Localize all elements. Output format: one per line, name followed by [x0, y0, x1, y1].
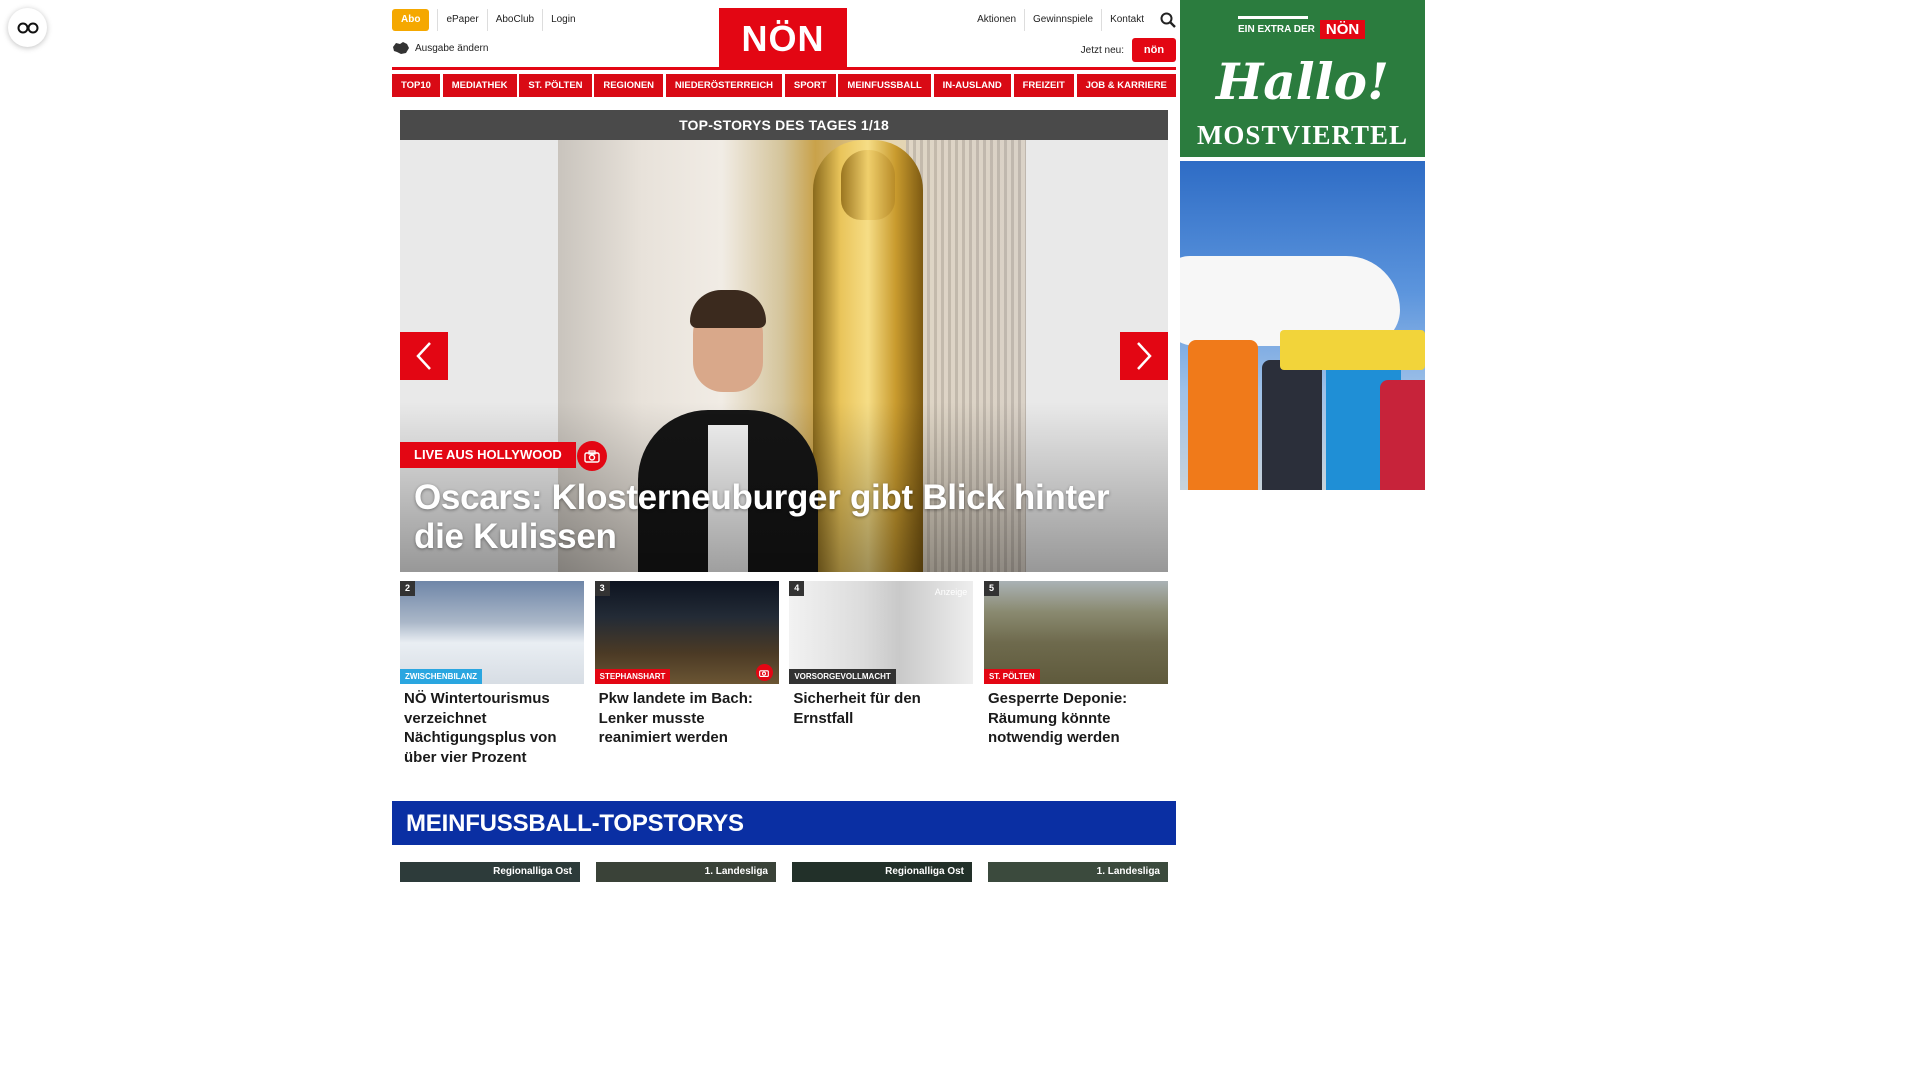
chevron-right-icon — [1137, 342, 1152, 370]
epaper-link[interactable]: ePaper — [437, 9, 486, 31]
gewinnspiele-link[interactable]: Gewinnspiele — [1025, 9, 1103, 31]
league-label: 1. Landesliga — [704, 866, 768, 877]
story-tag[interactable]: STEPHANSHART — [594, 669, 671, 684]
story-cards: 2 ZWISCHENBILANZ NÖ Wintertourismus verz… — [400, 581, 1168, 767]
nav-top10[interactable]: TOP10 — [392, 74, 440, 97]
aktionen-link[interactable]: Aktionen — [969, 9, 1026, 31]
story-tag[interactable]: ST. PÖLTEN — [983, 669, 1040, 684]
category-nav: TOP10 MEDIATHEK ST. PÖLTEN REGIONEN NIED… — [392, 74, 1176, 97]
football-story-card[interactable]: 1. Landesliga — [988, 862, 1168, 882]
story-title[interactable]: Sicherheit für den Ernstfall — [789, 689, 973, 728]
nav-st-poelten[interactable]: ST. PÖLTEN — [519, 74, 592, 97]
hero-category-tag[interactable]: LIVE AUS HOLLYWOOD — [400, 442, 576, 468]
nav-regionen[interactable]: REGIONEN — [594, 74, 664, 97]
accessibility-toggle-button[interactable] — [8, 8, 47, 47]
hero-gallery-badge — [577, 441, 607, 471]
story-rank: 4 — [789, 581, 805, 596]
nav-niederoesterreich[interactable]: NIEDERÖSTERREICH — [665, 74, 783, 97]
jetzt-neu-label: Jetzt neu: — [1080, 44, 1124, 56]
story-image: 4 Anzeige VORSORGEVOLLMACHT — [789, 581, 974, 684]
league-label: Regionalliga Ost — [885, 866, 964, 877]
ad-image — [1180, 161, 1425, 490]
story-tag[interactable]: ZWISCHENBILANZ — [400, 669, 482, 684]
ad-extra-line: EIN EXTRA DER NÖN — [1238, 20, 1366, 39]
hero-story[interactable]: LIVE AUS HOLLYWOOD Oscars: Klosterneubur… — [400, 140, 1168, 572]
camera-icon — [759, 669, 770, 677]
league-label: Regionalliga Ost — [493, 866, 572, 877]
nav-meinfussball[interactable]: MEINFUSSBALL — [838, 74, 931, 97]
story-tag[interactable]: VORSORGEVOLLMACHT — [789, 669, 896, 684]
camera-icon — [584, 449, 600, 463]
story-rank: 3 — [594, 581, 610, 596]
hero-headline[interactable]: Oscars: Klosterneuburger gibt Blick hint… — [414, 478, 1164, 556]
change-edition-label: Ausgabe ändern — [415, 42, 489, 54]
football-story-card[interactable]: Regionalliga Ost — [400, 862, 580, 882]
header-divider — [392, 67, 1176, 70]
nav-in-ausland[interactable]: IN-AUSLAND — [933, 74, 1011, 97]
jetzt-neu-badge[interactable]: nön — [1132, 38, 1176, 62]
meinfussball-header: MEINFUSSBALL-TOPSTORYS — [392, 801, 1176, 845]
football-story-card[interactable]: Regionalliga Ost — [792, 862, 972, 882]
story-card[interactable]: 5 ST. PÖLTEN Gesperrte Deponie: Räumung … — [983, 581, 1168, 767]
glasses-icon — [17, 22, 38, 33]
top-stories-header: TOP-STORYS DES TAGES 1/18 — [400, 110, 1168, 140]
search-icon[interactable] — [1160, 12, 1176, 28]
ad-banner: EIN EXTRA DER NÖN Hallo! MOSTVIERTEL — [1180, 0, 1425, 157]
league-label: 1. Landesliga — [1096, 866, 1160, 877]
ad-label: Anzeige — [934, 587, 968, 597]
story-title[interactable]: NÖ Wintertourismus verzeichnet Nächtigun… — [400, 689, 584, 767]
hallo-mostviertel-ad[interactable]: EIN EXTRA DER NÖN Hallo! MOSTVIERTEL — [1180, 0, 1425, 490]
chevron-left-icon — [416, 342, 431, 370]
gallery-badge — [755, 664, 773, 681]
story-card[interactable]: 4 Anzeige VORSORGEVOLLMACHT Sicherheit f… — [789, 581, 974, 767]
lower-austria-map-icon — [393, 42, 409, 54]
story-rank: 2 — [400, 581, 415, 596]
football-story-card[interactable]: 1. Landesliga — [596, 862, 776, 882]
story-image: 2 ZWISCHENBILANZ — [400, 581, 584, 684]
site-header: Abo ePaper AboClub Login NÖN Aktionen Ge… — [392, 0, 1176, 70]
story-image: 5 ST. PÖLTEN — [983, 581, 1168, 684]
nav-freizeit[interactable]: FREIZEIT — [1013, 74, 1074, 97]
abo-button[interactable]: Abo — [392, 9, 430, 31]
jetzt-neu: Jetzt neu: nön — [1081, 38, 1176, 62]
story-card[interactable]: 2 ZWISCHENBILANZ NÖ Wintertourismus verz… — [400, 581, 584, 767]
login-link[interactable]: Login — [542, 9, 583, 31]
nav-job-karriere[interactable]: JOB & KARRIERE — [1076, 74, 1176, 97]
non-logo[interactable]: NÖN — [719, 8, 847, 68]
carousel-prev-button[interactable] — [400, 332, 448, 380]
top-nav-right: Aktionen Gewinnspiele Kontakt — [969, 9, 1176, 31]
ad-non-logo: NÖN — [1319, 20, 1366, 39]
ad-region-title: MOSTVIERTEL — [1196, 120, 1409, 150]
kontakt-link[interactable]: Kontakt — [1102, 9, 1152, 31]
nav-sport[interactable]: SPORT — [784, 74, 836, 97]
story-card[interactable]: 3 STEPHANSHART Pkw landete im Bach: Lenk… — [594, 581, 779, 767]
story-rank: 5 — [983, 581, 999, 596]
ad-extra-label: EIN EXTRA DER — [1238, 24, 1315, 35]
meinfussball-cards: Regionalliga Ost 1. Landesliga Regionall… — [400, 862, 1168, 882]
change-edition-link[interactable]: Ausgabe ändern — [392, 41, 488, 55]
top-nav-left: Abo ePaper AboClub Login — [392, 9, 584, 31]
nav-mediathek[interactable]: MEDIATHEK — [442, 74, 517, 97]
story-title[interactable]: Pkw landete im Bach: Lenker musste reani… — [595, 689, 779, 748]
story-image: 3 STEPHANSHART — [594, 581, 779, 684]
aboclub-link[interactable]: AboClub — [486, 9, 542, 31]
carousel-next-button[interactable] — [1120, 332, 1168, 380]
ad-hallo-title: Hallo! — [1216, 52, 1389, 111]
story-title[interactable]: Gesperrte Deponie: Räumung könnte notwen… — [984, 689, 1168, 748]
